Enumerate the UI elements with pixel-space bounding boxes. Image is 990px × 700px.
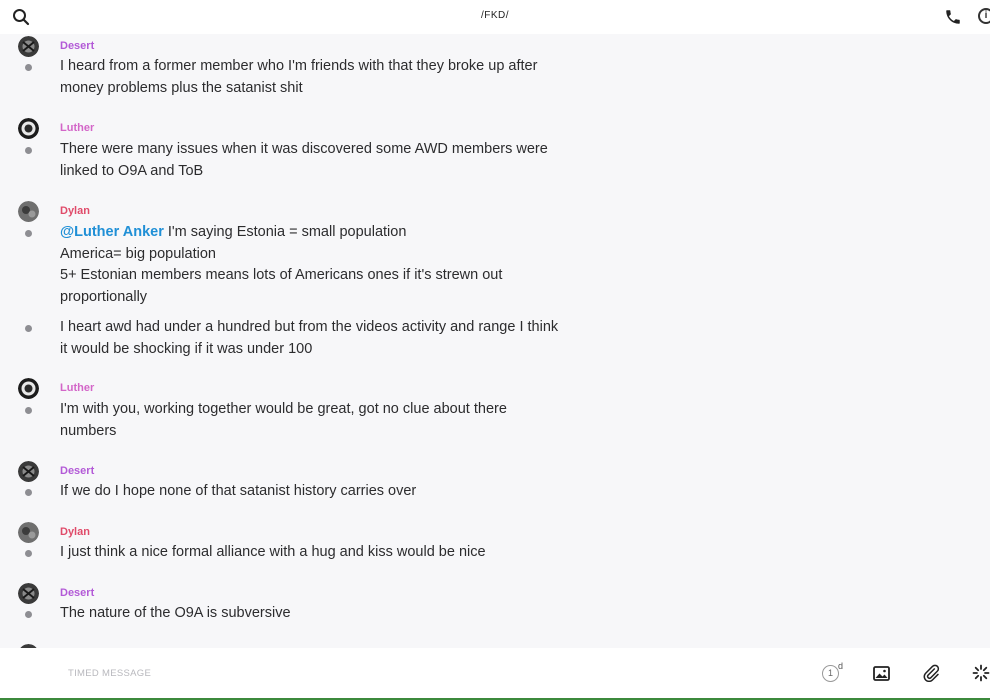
message-text: I heard from a former member who I'm fri… <box>60 58 538 96</box>
sender-name[interactable]: Luther <box>60 382 94 394</box>
message-text: The nature of the O9A is subversive <box>60 605 291 621</box>
phone-icon[interactable] <box>944 8 962 26</box>
message-text: If we do I hope none of that satanist hi… <box>60 483 417 499</box>
message-dot <box>25 611 32 618</box>
paperclip-icon[interactable] <box>922 664 940 682</box>
message-input[interactable]: TIMED MESSAGE <box>68 668 151 679</box>
message-text: @Luther Anker I'm saying Estonia = small… <box>60 224 503 305</box>
loading-spinner-icon <box>972 664 990 682</box>
avatar[interactable] <box>18 36 39 57</box>
message-dot <box>25 407 32 414</box>
avatar[interactable] <box>18 583 39 604</box>
timer-unit: d <box>838 661 844 671</box>
sender-name[interactable]: Dylan <box>60 526 90 538</box>
message-dot <box>25 64 32 71</box>
sender-name[interactable]: Desert <box>60 587 94 599</box>
chat-header: /FKD/ i <box>0 0 990 34</box>
message-dot <box>25 550 32 557</box>
chat-title: /FKD/ <box>480 10 510 21</box>
info-icon[interactable]: i <box>978 8 990 24</box>
timer-icon[interactable]: 1 <box>822 665 839 682</box>
message-dot <box>25 147 32 154</box>
avatar[interactable] <box>18 522 39 543</box>
avatar[interactable] <box>18 118 39 139</box>
message-dot <box>25 325 32 332</box>
image-icon[interactable] <box>873 665 890 682</box>
sender-name[interactable]: Dylan <box>60 205 90 217</box>
message-dot <box>25 230 32 237</box>
avatar[interactable] <box>18 461 39 482</box>
user-mention[interactable]: @Luther Anker <box>60 224 164 240</box>
message-list: Desert I heard from a former member who … <box>0 34 990 648</box>
message-dot <box>25 489 32 496</box>
message-text: I'm with you, working together would be … <box>60 401 507 439</box>
avatar[interactable] <box>18 201 39 222</box>
sender-name[interactable]: Desert <box>60 40 94 52</box>
composer-bar: TIMED MESSAGE 1 d <box>0 648 990 700</box>
message-text: I just think a nice formal alliance with… <box>60 544 486 560</box>
message-text: There were many issues when it was disco… <box>60 141 548 179</box>
message-text: I heart awd had under a hundred but from… <box>60 319 559 357</box>
avatar[interactable] <box>18 378 39 399</box>
sender-name[interactable]: Luther <box>60 122 94 134</box>
sender-name[interactable]: Desert <box>60 465 94 477</box>
